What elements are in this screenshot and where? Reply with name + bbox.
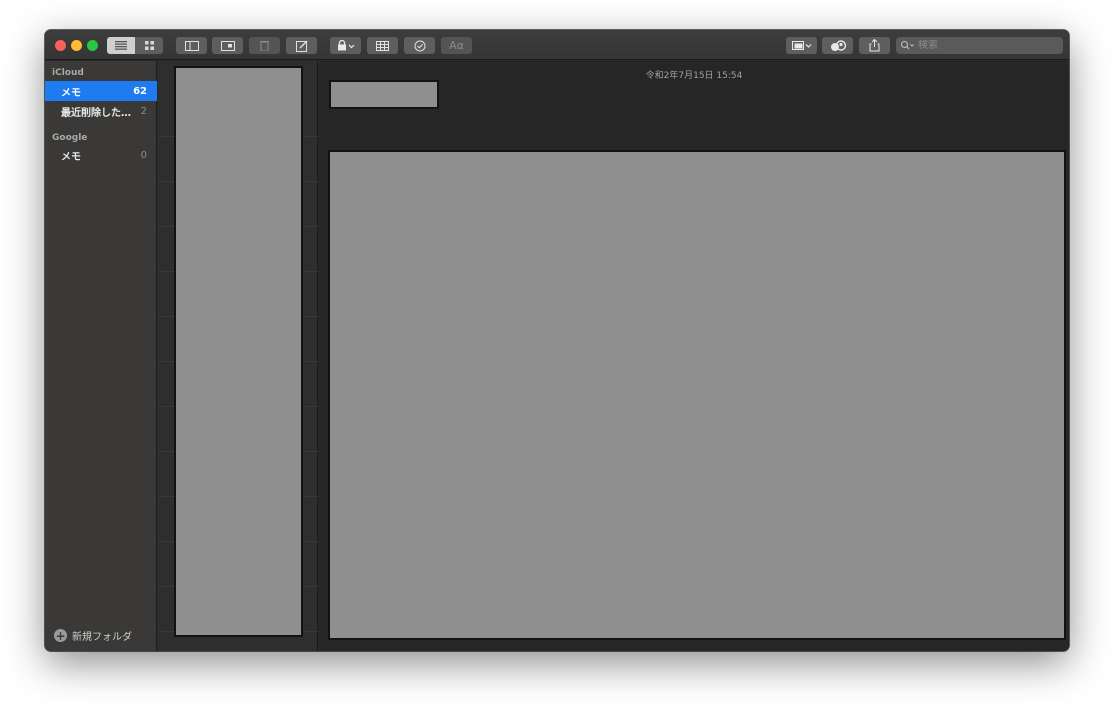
sidebar-icon <box>184 40 199 51</box>
insert-media-button[interactable] <box>786 37 817 54</box>
notes-window: Aα iCloud メモ 62 最近削除した… 2 Google メモ 0 <box>45 30 1069 651</box>
section-header-google: Google <box>52 133 88 143</box>
search-icon <box>901 41 914 50</box>
redacted-note-title[interactable] <box>329 80 439 109</box>
search-input[interactable] <box>918 40 1048 51</box>
folder-label: メモ <box>61 87 81 99</box>
toggle-sidebar-button[interactable] <box>176 37 207 54</box>
add-people-icon <box>830 39 846 51</box>
list-view-button[interactable] <box>107 37 135 54</box>
folder-count: 2 <box>140 105 147 117</box>
lock-note-button[interactable] <box>330 37 361 54</box>
add-people-button[interactable] <box>822 37 853 54</box>
toolbar: Aα <box>45 30 1069 60</box>
redacted-note-body[interactable] <box>328 150 1066 640</box>
zoom-window-button[interactable] <box>87 40 98 51</box>
checklist-button[interactable] <box>404 37 435 54</box>
note-editor: 令和2年7月15日 15:54 <box>319 61 1069 651</box>
new-note-button[interactable] <box>286 37 317 54</box>
gallery-view-icon <box>144 41 154 50</box>
share-button[interactable] <box>859 37 890 54</box>
folder-item-icloud-notes[interactable]: メモ 62 <box>45 81 157 101</box>
photo-icon <box>791 41 811 50</box>
trash-icon <box>260 41 269 51</box>
attachments-icon <box>220 40 235 51</box>
folder-count: 0 <box>140 149 147 161</box>
folder-count: 62 <box>133 85 147 97</box>
format-text-button[interactable]: Aα <box>441 37 472 54</box>
note-list <box>158 61 318 651</box>
new-folder-label: 新規フォルダ <box>72 632 132 643</box>
delete-note-button[interactable] <box>249 37 280 54</box>
close-window-button[interactable] <box>55 40 66 51</box>
folders-sidebar: iCloud メモ 62 最近削除した… 2 Google メモ 0 + 新規フ… <box>45 61 157 651</box>
list-view-icon <box>115 41 127 50</box>
checkmark-circle-icon <box>414 40 425 51</box>
folder-label: メモ <box>61 151 81 163</box>
add-circle-icon: + <box>54 628 67 643</box>
attachments-browser-button[interactable] <box>212 37 243 54</box>
section-header-icloud: iCloud <box>52 68 84 78</box>
folder-item-recently-deleted[interactable]: 最近削除した… 2 <box>45 101 157 121</box>
search-field[interactable] <box>896 37 1063 54</box>
format-text-label: Aα <box>449 39 464 52</box>
new-folder-button[interactable]: + 新規フォルダ <box>54 628 132 643</box>
compose-icon <box>295 40 307 52</box>
folder-item-google-notes[interactable]: メモ 0 <box>45 145 157 165</box>
minimize-window-button[interactable] <box>71 40 82 51</box>
view-mode-segmented-control <box>107 37 163 54</box>
folder-label: 最近削除した… <box>61 107 131 119</box>
redacted-note-list-content[interactable] <box>174 66 303 637</box>
insert-table-button[interactable] <box>367 37 398 54</box>
table-icon <box>376 40 389 51</box>
share-icon <box>869 39 880 52</box>
lock-icon <box>337 40 354 51</box>
gallery-view-button[interactable] <box>135 37 163 54</box>
